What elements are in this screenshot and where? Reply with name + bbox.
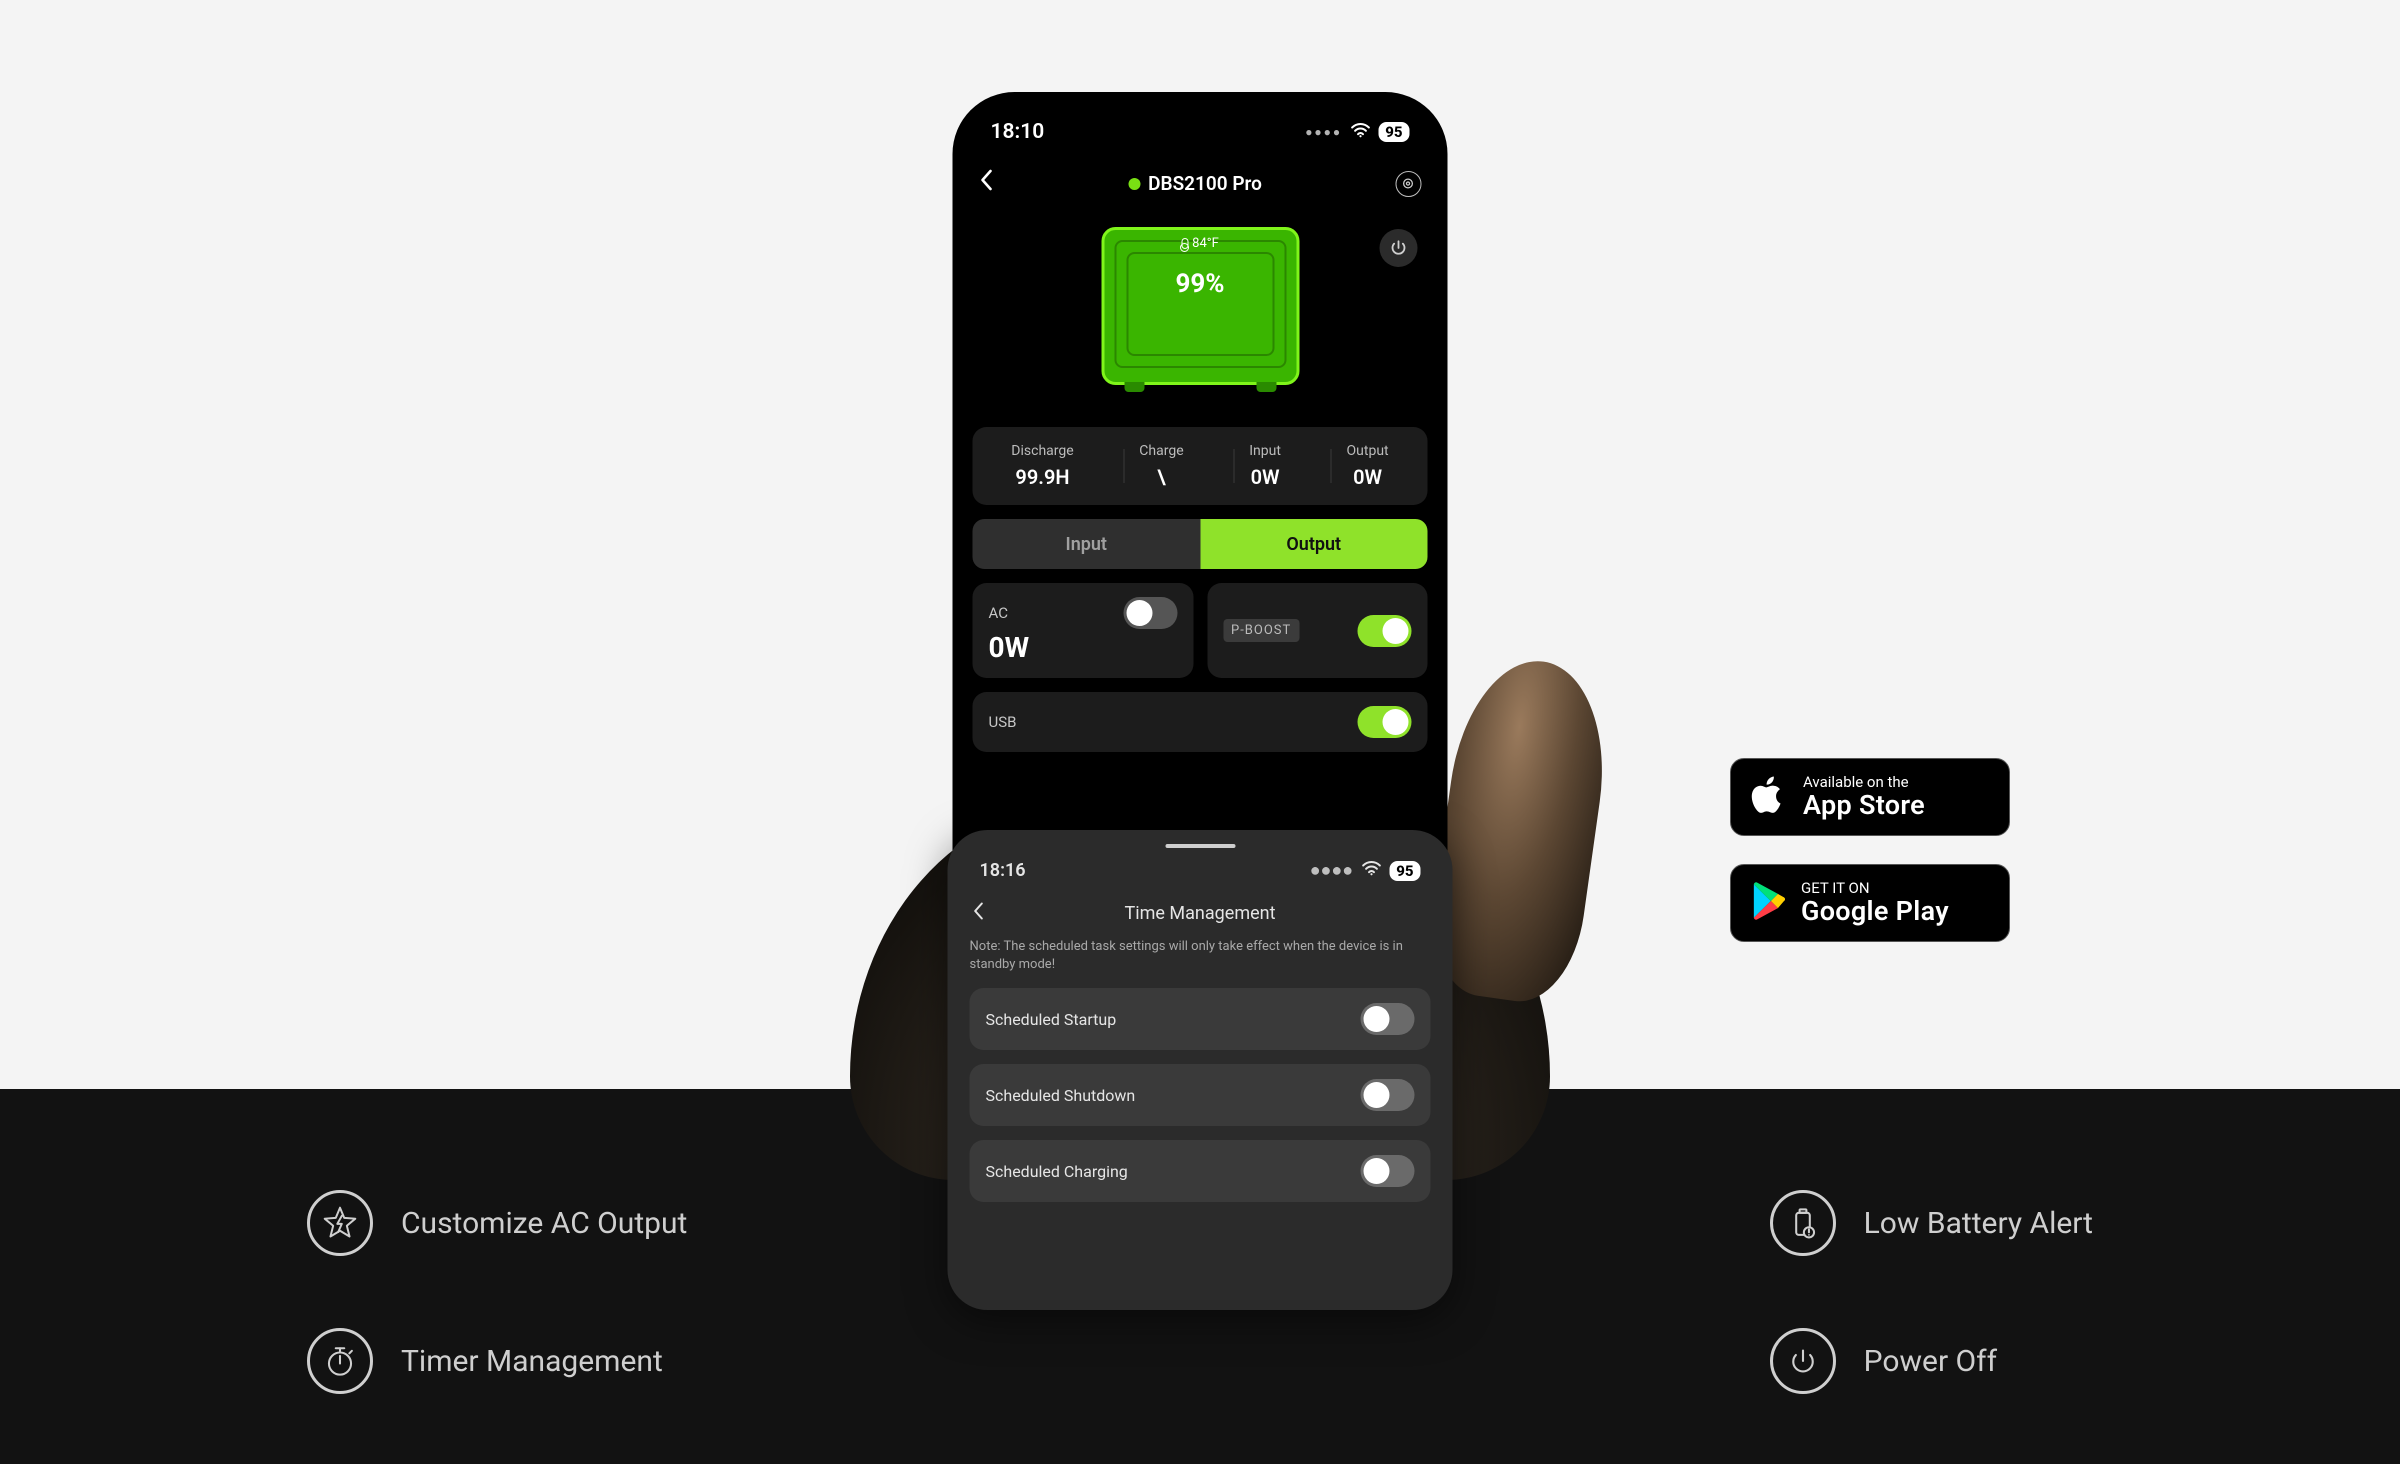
settings-button[interactable] [1395,171,1421,197]
sheet-note: Note: The scheduled task settings will o… [970,938,1431,974]
scheduled-shutdown-toggle[interactable] [1361,1079,1415,1111]
scheduled-startup-row[interactable]: Scheduled Startup [970,988,1431,1050]
temperature-readout: 84°F [1181,236,1219,251]
stat-label: Input [1249,443,1281,459]
stat-label: Discharge [1011,443,1073,459]
feature-power-off: Power Off [1770,1328,2093,1394]
stopwatch-icon [307,1328,373,1394]
stats-panel: Discharge 99.9H Charge \ Input 0W Output… [973,427,1428,505]
ac-watts: 0W [989,631,1178,664]
battery-alert-icon [1770,1190,1836,1256]
sheet-header: Time Management [970,903,1431,924]
thermometer-icon [1181,238,1188,249]
scheduled-charging-label: Scheduled Charging [986,1162,1128,1181]
status-time: 18:10 [991,120,1045,144]
time-management-sheet: 18:16 ●●●● 95 Time Management Note: The … [948,830,1453,1310]
sheet-status-bar: 18:16 ●●●● 95 [970,860,1431,881]
power-icon [1770,1328,1836,1394]
apple-icon [1751,774,1787,820]
sheet-back-button[interactable] [972,901,986,927]
stat-value: 0W [1251,465,1280,489]
scheduled-startup-label: Scheduled Startup [986,1010,1117,1029]
feature-label: Timer Management [401,1344,663,1379]
stat-discharge: Discharge 99.9H [1011,443,1073,489]
back-button[interactable] [979,168,995,199]
power-toggle-button[interactable] [1380,229,1418,267]
pboost-card: P-BOOST [1207,583,1428,678]
stat-label: Charge [1139,443,1183,459]
segment-input[interactable]: Input [973,519,1201,569]
usb-label: USB [989,713,1017,731]
sheet-title: Time Management [1125,903,1276,924]
usb-toggle[interactable] [1358,706,1412,738]
io-segmented-control: Input Output [973,519,1428,569]
online-status-dot-icon [1128,178,1140,190]
scheduled-shutdown-label: Scheduled Shutdown [986,1086,1136,1105]
stat-label: Output [1347,443,1389,459]
app-header: DBS2100 Pro [973,168,1428,199]
device-title: DBS2100 Pro [1128,172,1262,195]
stat-value: 0W [1353,465,1382,489]
scheduled-charging-row[interactable]: Scheduled Charging [970,1140,1431,1202]
wifi-icon [1361,860,1381,881]
sheet-battery-badge: 95 [1389,861,1420,881]
device-name-label: DBS2100 Pro [1148,172,1262,195]
ac-output-card: AC 0W [973,583,1194,678]
cellular-dots-icon: ●●●● [1305,125,1342,139]
wifi-icon [1350,120,1370,144]
temperature-value: 84°F [1192,236,1219,251]
feature-customize-ac: Customize AC Output [307,1190,687,1256]
star-bolt-icon [307,1190,373,1256]
usb-card: USB [973,692,1428,752]
store-badge-column: Available on the App Store GET IT ON Goo… [1730,758,2010,942]
pboost-label: P-BOOST [1223,619,1299,642]
google-play-icon [1751,882,1785,924]
segment-output[interactable]: Output [1200,519,1428,569]
stat-value: \ [1157,465,1165,489]
device-visual: 84°F 99% [1101,227,1299,385]
sheet-drag-handle[interactable] [1165,844,1235,848]
feature-label: Low Battery Alert [1864,1206,2093,1241]
features-left-column: Customize AC Output Timer Management [307,1190,687,1394]
features-right-column: Low Battery Alert Power Off [1770,1190,2093,1394]
sheet-status-time: 18:16 [980,860,1026,881]
play-big-text: Google Play [1801,895,1949,927]
stat-input: Input 0W [1249,443,1281,489]
scheduled-charging-toggle[interactable] [1361,1155,1415,1187]
ac-toggle[interactable] [1123,597,1177,629]
cellular-dots-icon: ●●●● [1310,860,1354,881]
battery-badge: 95 [1378,122,1409,142]
feature-label: Customize AC Output [401,1206,687,1241]
appstore-big-text: App Store [1803,789,1925,821]
stat-value: 99.9H [1015,465,1069,489]
google-play-badge[interactable]: GET IT ON Google Play [1730,864,2010,942]
app-store-badge[interactable]: Available on the App Store [1730,758,2010,836]
scheduled-startup-toggle[interactable] [1361,1003,1415,1035]
feature-label: Power Off [1864,1344,1997,1379]
feature-low-battery-alert: Low Battery Alert [1770,1190,2093,1256]
battery-soc: 99% [1175,269,1224,299]
stat-output: Output 0W [1347,443,1389,489]
feature-timer-management: Timer Management [307,1328,687,1394]
ac-label: AC [989,604,1008,622]
stat-charge: Charge \ [1139,443,1183,489]
pboost-toggle[interactable] [1358,615,1412,647]
scheduled-shutdown-row[interactable]: Scheduled Shutdown [970,1064,1431,1126]
status-bar: 18:10 ●●●● 95 [973,118,1428,146]
